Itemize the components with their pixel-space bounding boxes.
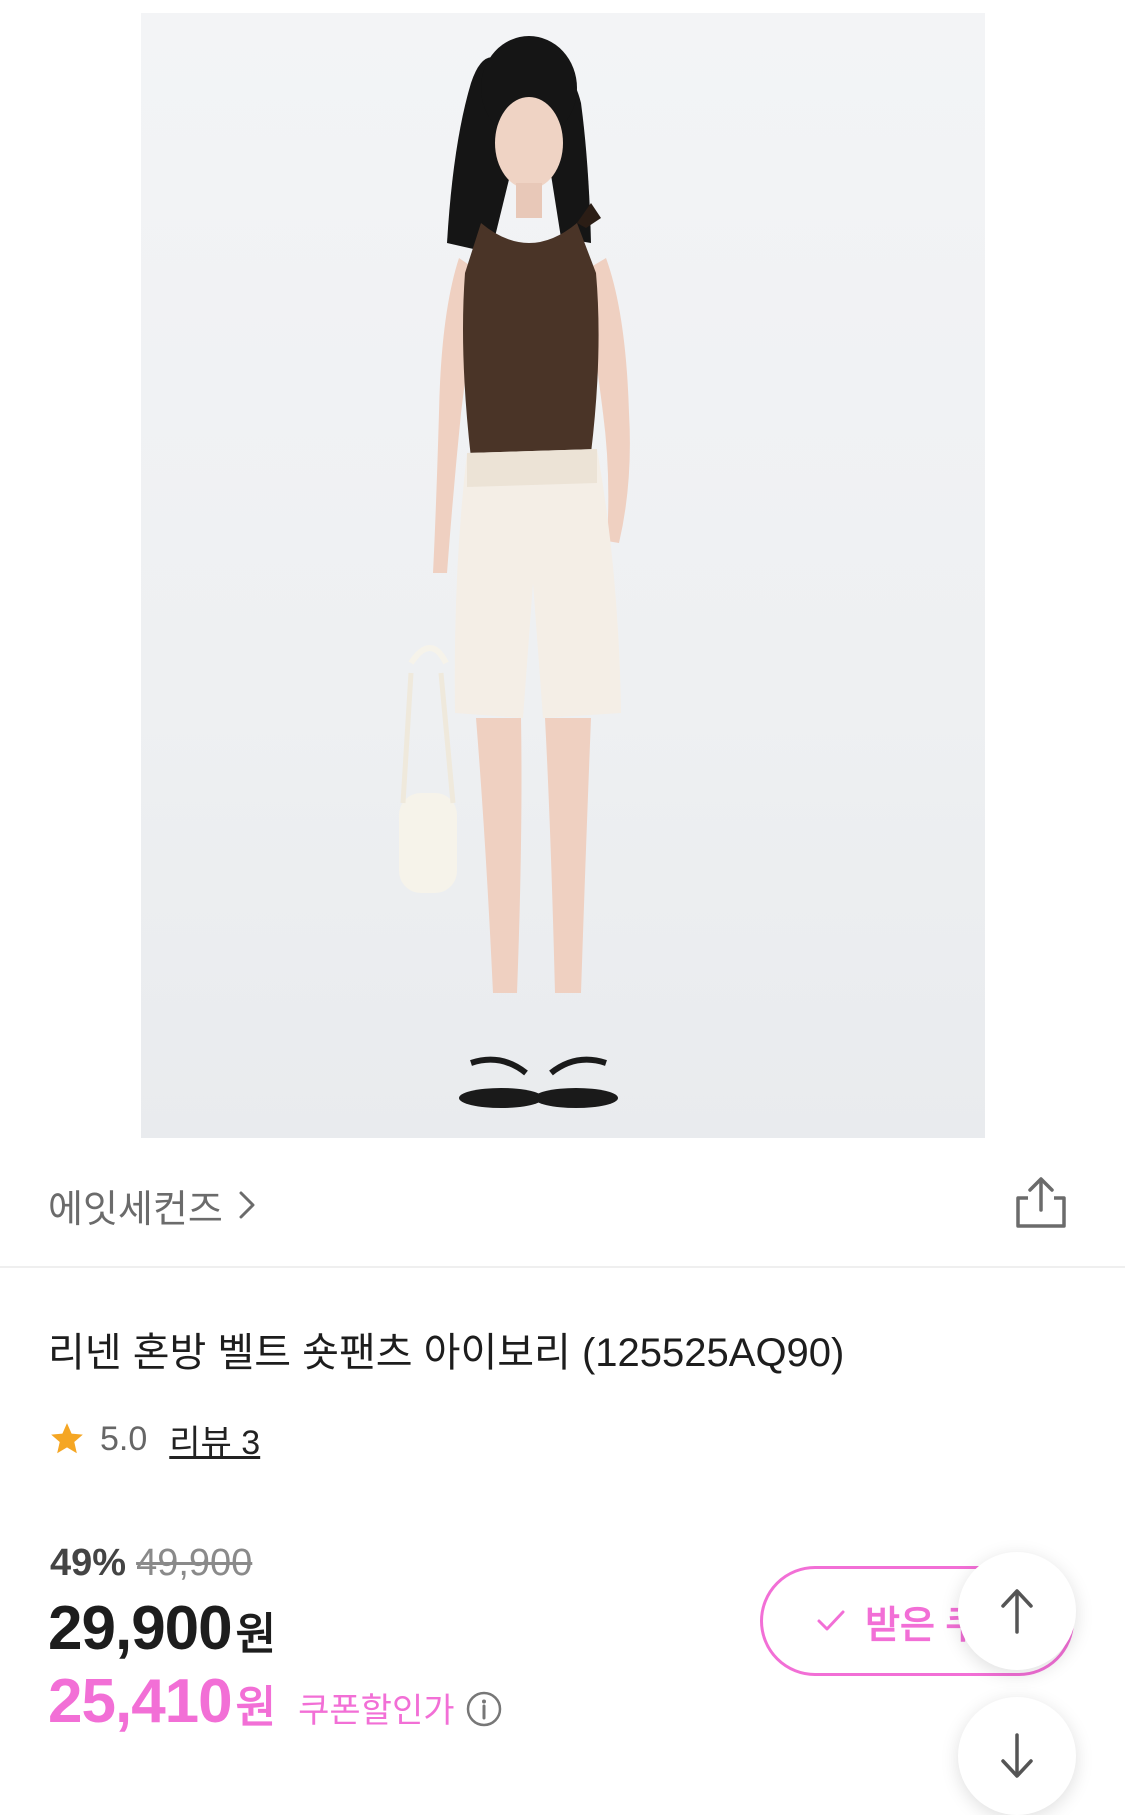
coupon-price-label: 쿠폰할인가 [298, 1692, 455, 1730]
divider [0, 1266, 1125, 1268]
model-illustration [399, 36, 630, 1108]
sale-price-value: 29,900 [48, 1594, 233, 1663]
scroll-up-button[interactable] [958, 1552, 1076, 1670]
scroll-down-button[interactable] [958, 1697, 1076, 1815]
arrow-up-icon [1001, 1589, 1033, 1634]
brand-link[interactable]: 에잇세컨즈 [48, 1175, 263, 1235]
coupon-price: 25,410 원 쿠폰할인가 [48, 1666, 503, 1736]
product-title: 리넨 혼방 벨트 숏팬츠 아이보리 (125525AQ90) [48, 1331, 845, 1375]
sale-price-unit: 원 [235, 1610, 277, 1659]
check-icon [817, 1610, 845, 1631]
discount-row: 49% 49,900 [50, 1538, 252, 1588]
star-icon [51, 1423, 83, 1454]
arrow-down-icon [1001, 1733, 1033, 1778]
rating-value: 5.0 [100, 1419, 148, 1458]
chevron-right-icon [239, 1191, 255, 1219]
coupon-price-unit: 원 [235, 1683, 277, 1732]
rating-row: 5.0 리뷰 3 [48, 1414, 260, 1464]
info-icon[interactable] [465, 1690, 503, 1728]
discount-percent: 49% [50, 1541, 127, 1584]
sale-price: 29,900 원 [48, 1593, 276, 1663]
product-image[interactable]: 1 | 9 [141, 13, 985, 1138]
coupon-price-value: 25,410 [48, 1667, 233, 1736]
original-price: 49,900 [136, 1541, 253, 1584]
review-link[interactable]: 리뷰 3 [169, 1415, 260, 1464]
brand-name: 에잇세컨즈 [48, 1188, 223, 1231]
share-icon[interactable] [1012, 1174, 1070, 1232]
